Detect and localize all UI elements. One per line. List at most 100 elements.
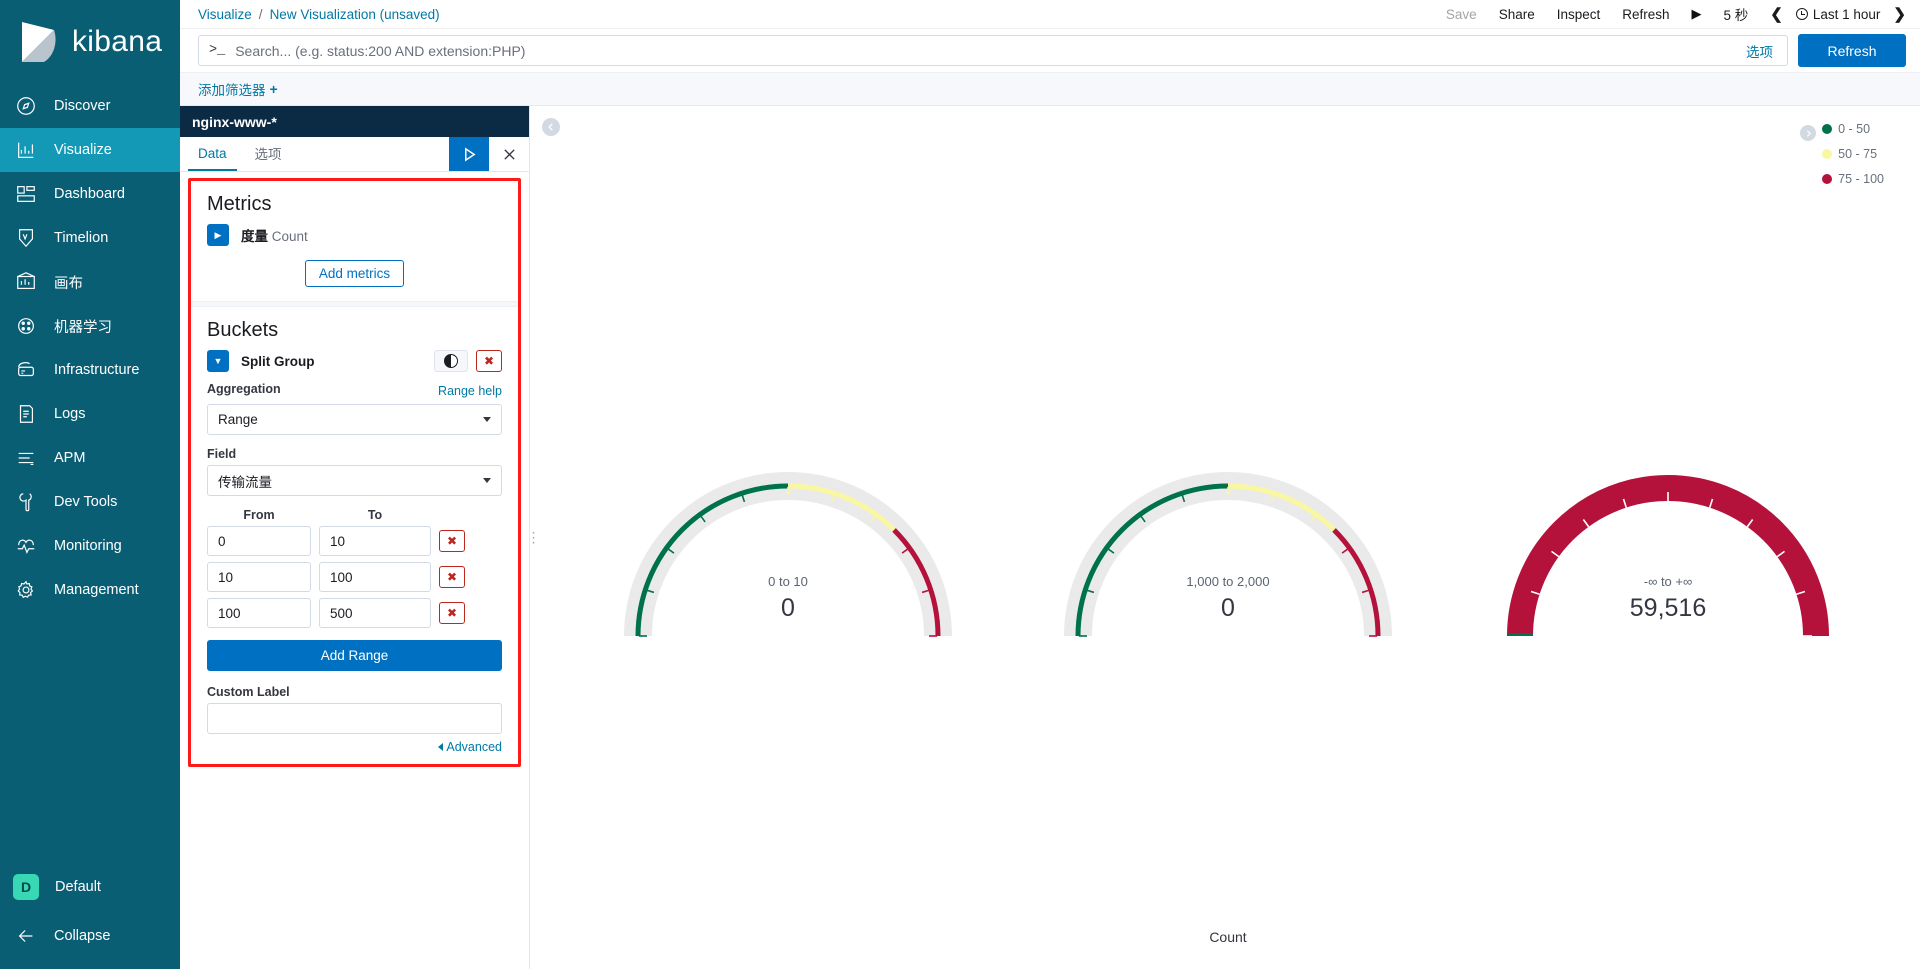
chevron-left-icon[interactable]: ❮	[1770, 5, 1783, 23]
range-from-input[interactable]: 100	[207, 598, 311, 628]
kibana-wordmark: kibana	[72, 25, 163, 58]
bucket-actions: ✖	[434, 350, 502, 372]
top-actions: Save Share Inspect Refresh ▶ 5 秒 ❮ Last …	[1446, 4, 1906, 24]
time-range-button[interactable]: Last 1 hour	[1795, 7, 1880, 22]
gauge-label: 0 to 10	[768, 574, 808, 589]
sidebar-label: Timelion	[54, 230, 109, 246]
gauge[interactable]: -∞ to +∞ 59,516	[1488, 436, 1848, 686]
aggregation-select[interactable]: Range	[207, 404, 502, 435]
kibana-logo[interactable]: kibana	[0, 0, 180, 84]
sidebar-item-machine-learning[interactable]: 机器学习	[0, 304, 180, 348]
breadcrumb-current[interactable]: New Visualization (unsaved)	[270, 7, 440, 22]
sidebar-label: Dashboard	[54, 186, 125, 202]
add-metrics-button[interactable]: Add metrics	[304, 260, 405, 287]
sidebar-item-dashboard[interactable]: Dashboard	[0, 172, 180, 216]
workspace: nginx-www-* Data 选项 Metrics ▶ 度量 Count A…	[180, 106, 1920, 969]
circle-toggle-icon[interactable]	[434, 350, 468, 372]
sidebar-label: Monitoring	[54, 538, 122, 554]
query-options-link[interactable]: 选项	[1746, 41, 1777, 61]
breadcrumb-visualize[interactable]: Visualize	[198, 7, 252, 22]
dashboard-icon	[14, 182, 38, 206]
to-header: To	[367, 508, 383, 522]
sidebar-item-logs[interactable]: Logs	[0, 392, 180, 436]
legend-swatch	[1822, 174, 1833, 184]
sidebar-label: Management	[54, 582, 139, 598]
range-help-link[interactable]: Range help	[438, 384, 502, 398]
add-metrics-wrap: Add metrics	[207, 250, 502, 291]
field-value: 传输流量	[218, 474, 272, 490]
plus-icon: +	[269, 81, 278, 97]
legend-item[interactable]: 75 - 100	[1822, 172, 1884, 186]
sidebar-item-apm[interactable]: APM	[0, 436, 180, 480]
sidebar-item-monitoring[interactable]: Monitoring	[0, 524, 180, 568]
apm-icon	[14, 446, 38, 470]
clock-icon	[1795, 8, 1808, 20]
add-filter-button[interactable]: 添加筛选器 +	[198, 79, 278, 99]
sidebar-item-dev-tools[interactable]: Dev Tools	[0, 480, 180, 524]
monitoring-icon	[14, 534, 38, 558]
chevron-right-icon[interactable]: ▶	[207, 224, 229, 246]
search-input[interactable]: >_ Search... (e.g. status:200 AND extens…	[198, 35, 1788, 66]
refresh-interval-label[interactable]: 5 秒	[1724, 4, 1749, 24]
legend-item[interactable]: 0 - 50	[1822, 122, 1884, 136]
sidebar-label: Logs	[54, 406, 86, 422]
range-from-input[interactable]: 10	[207, 562, 311, 592]
share-button[interactable]: Share	[1499, 7, 1535, 22]
sidebar-item-visualize[interactable]: Visualize	[0, 128, 180, 172]
bucket-header: ▼ Split Group ✖	[207, 350, 502, 372]
tab-options[interactable]: 选项	[245, 137, 292, 171]
gauge[interactable]: 0 to 10 0	[608, 436, 968, 686]
remove-range-button[interactable]: ✖	[439, 566, 465, 588]
save-button[interactable]: Save	[1446, 7, 1477, 22]
metric-agg-row[interactable]: ▶ 度量 Count	[207, 224, 502, 246]
time-picker: ❮ Last 1 hour ❯	[1770, 5, 1906, 23]
sidebar-item-infrastructure[interactable]: Infrastructure	[0, 348, 180, 392]
gauge[interactable]: 1,000 to 2,000 0	[1048, 436, 1408, 686]
collapse-nav-button[interactable]: Collapse	[0, 913, 180, 959]
aggregation-label: Aggregation	[207, 382, 281, 396]
sidebar-item-management[interactable]: Management	[0, 568, 180, 612]
bucket-name: Split Group	[241, 353, 315, 369]
remove-range-button[interactable]: ✖	[439, 602, 465, 624]
field-select[interactable]: 传输流量	[207, 465, 502, 496]
gauge-arc-1	[624, 472, 952, 637]
sidebar-label: 机器学习	[54, 319, 112, 336]
chevron-right-icon[interactable]: ❯	[1893, 5, 1906, 23]
inspect-button[interactable]: Inspect	[1557, 7, 1601, 22]
range-to-input[interactable]: 10	[319, 526, 431, 556]
machine-learning-icon	[14, 314, 38, 338]
space-label: Default	[55, 879, 101, 895]
refresh-menu-button[interactable]: Refresh	[1622, 7, 1669, 22]
chevron-down-icon	[483, 417, 491, 422]
space-selector[interactable]: D Default	[0, 861, 180, 913]
index-pattern-header: nginx-www-*	[180, 106, 529, 137]
close-editor-button[interactable]	[489, 137, 529, 171]
chevron-down-icon[interactable]: ▼	[207, 350, 229, 372]
collapse-editor-button[interactable]	[542, 118, 560, 136]
remove-bucket-button[interactable]: ✖	[476, 350, 502, 372]
logs-icon	[14, 402, 38, 426]
sidebar-item-canvas[interactable]: 画布	[0, 260, 180, 304]
legend-item[interactable]: 50 - 75	[1822, 147, 1884, 161]
custom-label-input[interactable]	[207, 703, 502, 734]
range-row: 100 500 ✖	[207, 598, 502, 628]
remove-range-button[interactable]: ✖	[439, 530, 465, 552]
metric-agg-label: 度量 Count	[241, 225, 308, 245]
range-to-input[interactable]: 100	[319, 562, 431, 592]
range-to-input[interactable]: 500	[319, 598, 431, 628]
sidebar-label: Dev Tools	[54, 494, 118, 510]
add-range-button[interactable]: Add Range	[207, 640, 502, 671]
tab-data[interactable]: Data	[188, 137, 237, 171]
legend-label: 0 - 50	[1838, 122, 1871, 136]
play-icon[interactable]: ▶	[1692, 6, 1702, 22]
kibana-mark-icon	[20, 20, 60, 64]
refresh-button[interactable]: Refresh	[1798, 34, 1906, 67]
sidebar-item-timelion[interactable]: Timelion	[0, 216, 180, 260]
arrow-left-icon	[14, 924, 38, 948]
sidebar-item-discover[interactable]: Discover	[0, 84, 180, 128]
advanced-toggle[interactable]: Advanced	[207, 740, 502, 754]
range-row: 10 100 ✖	[207, 562, 502, 592]
range-from-input[interactable]: 0	[207, 526, 311, 556]
apply-changes-button[interactable]	[449, 137, 489, 171]
legend-toggle-button[interactable]	[1800, 125, 1817, 141]
